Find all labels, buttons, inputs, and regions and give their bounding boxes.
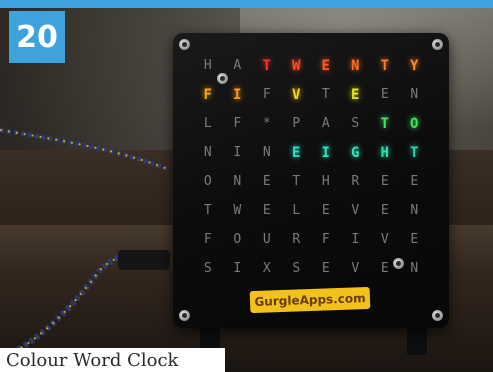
screw-icon — [432, 39, 443, 50]
clock-letter: I — [321, 144, 330, 161]
clock-letter: O — [410, 115, 419, 132]
clock-letter: A — [321, 116, 330, 131]
clock-letter: I — [233, 145, 242, 160]
clock-letter: T — [262, 57, 271, 74]
gurgleapps-logo: GurgleApps.com — [249, 286, 371, 314]
clock-letter: F — [262, 87, 271, 102]
clock-letter: F — [203, 86, 212, 103]
clock-letter: O — [233, 232, 242, 247]
clock-letter: H — [380, 144, 389, 161]
clock-letter: N — [203, 145, 212, 160]
usb-cable — [0, 127, 171, 363]
letter-grid: H A T W E N T Y F I F V T E E N L F * P A S T O N I N E I G H T O N E T H R E E… — [193, 51, 429, 283]
figure-number-badge: 20 — [9, 11, 65, 63]
clock-letter: N — [351, 57, 360, 74]
clock-letter: T — [321, 87, 330, 102]
clock-letter: T — [380, 115, 389, 132]
clock-letter: U — [262, 232, 271, 247]
clock-letter: X — [262, 261, 271, 276]
clock-letter: V — [292, 86, 301, 103]
clock-letter: R — [351, 174, 360, 189]
clock-letter: I — [351, 232, 360, 247]
clock-letter: Y — [410, 57, 419, 74]
clock-letter: E — [410, 232, 419, 247]
clock-letter: * — [262, 116, 271, 131]
clock-letter: W — [233, 203, 242, 218]
clock-letter: E — [380, 261, 389, 276]
clock-letter: O — [203, 174, 212, 189]
clock-letter: E — [262, 174, 271, 189]
clock-letter: E — [321, 261, 330, 276]
clock-letter: S — [203, 261, 212, 276]
clock-letter: T — [203, 203, 212, 218]
clock-letter: V — [380, 232, 389, 247]
clock-letter: S — [351, 116, 360, 131]
clock-letter: E — [321, 57, 330, 74]
clock-letter: L — [203, 116, 212, 131]
clock-letter: E — [410, 174, 419, 189]
clock-letter: N — [233, 174, 242, 189]
clock-letter: F — [233, 116, 242, 131]
clock-letter: N — [262, 145, 271, 160]
clock-letter: E — [262, 203, 271, 218]
clock-letter: F — [203, 232, 212, 247]
clock-letter: W — [292, 57, 301, 74]
clock-letter: N — [410, 87, 419, 102]
clock-letter: H — [321, 174, 330, 189]
clock-letter: L — [292, 203, 301, 218]
clock-letter: G — [351, 144, 360, 161]
clock-letter: E — [351, 86, 360, 103]
clock-letter: E — [380, 87, 389, 102]
clock-letter: A — [233, 58, 242, 73]
photo: H A T W E N T Y F I F V T E E N L F * P A S T O N I N E I G H T O N E T H R E E… — [0, 0, 493, 372]
clock-letter: E — [380, 174, 389, 189]
top-accent-strip — [0, 0, 493, 8]
screw-icon — [179, 39, 190, 50]
clock-letter: H — [203, 58, 212, 73]
clock-letter: T — [410, 144, 419, 161]
clock-letter: T — [380, 57, 389, 74]
clock-letter: V — [351, 203, 360, 218]
clock-letter: E — [292, 144, 301, 161]
screw-icon — [432, 310, 443, 321]
clock-letter: N — [410, 261, 419, 276]
clock-letter: I — [233, 86, 242, 103]
clock-letter: F — [321, 232, 330, 247]
clock-letter: R — [292, 232, 301, 247]
clock-letter: N — [410, 203, 419, 218]
caption: Colour Word Clock — [0, 348, 225, 372]
clock-letter: E — [321, 203, 330, 218]
clock-letter: T — [292, 174, 301, 189]
word-clock-panel: H A T W E N T Y F I F V T E E N L F * P A S T O N I N E I G H T O N E T H R E E… — [173, 33, 449, 328]
clock-letter: I — [233, 261, 242, 276]
clock-letter: V — [351, 261, 360, 276]
clock-letter: P — [292, 116, 301, 131]
clock-letter: E — [380, 203, 389, 218]
screw-icon — [179, 310, 190, 321]
clock-letter: S — [292, 261, 301, 276]
